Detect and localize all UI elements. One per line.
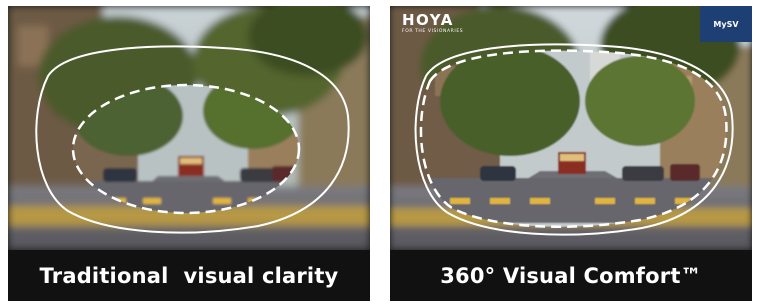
traditional-lens-panel: Traditional visual clarity bbox=[8, 6, 370, 301]
hoya-tagline: FOR THE VISIONARIES bbox=[402, 29, 464, 34]
hoya-brand-name: HOYA bbox=[402, 11, 454, 29]
street-scene-photo-clear bbox=[390, 6, 752, 250]
caption-bar: 360° Visual Comfort™ bbox=[390, 250, 752, 301]
caption-bar: Traditional visual clarity bbox=[8, 250, 370, 301]
hoya-logo: HOYA FOR THE VISIONARIES bbox=[402, 12, 463, 35]
street-scene-photo-blurred bbox=[8, 6, 370, 250]
hoya-lens-panel: HOYA FOR THE VISIONARIES MySV 360° Visua… bbox=[390, 6, 752, 301]
mysv-badge: MySV bbox=[700, 6, 752, 42]
panel-caption: Traditional visual clarity bbox=[39, 263, 339, 288]
panel-caption: 360° Visual Comfort™ bbox=[440, 263, 702, 288]
